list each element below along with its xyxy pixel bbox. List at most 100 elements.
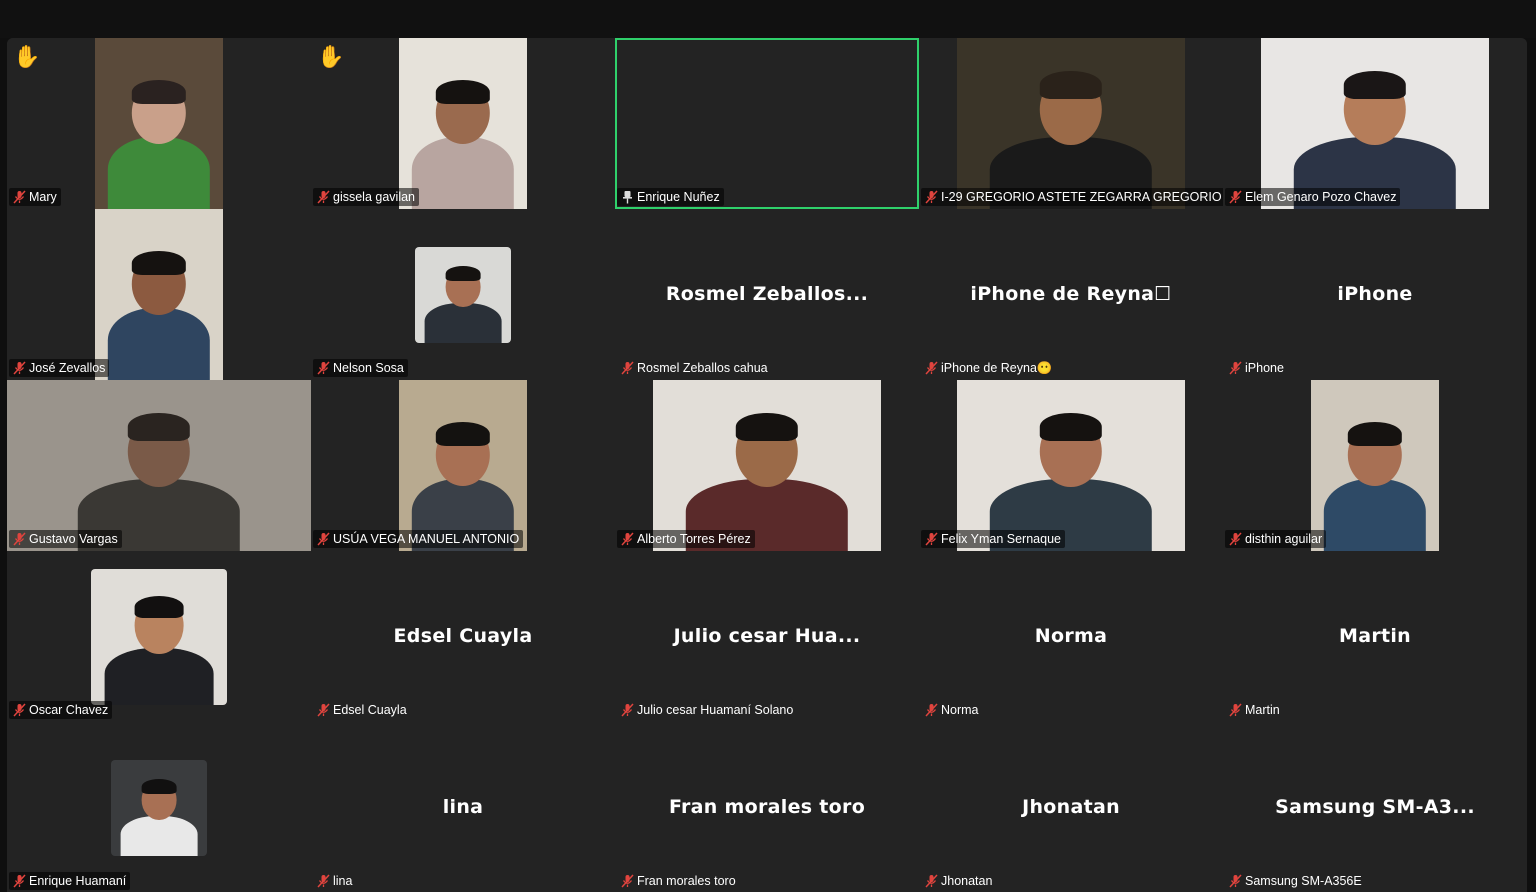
participant-silhouette (989, 380, 1153, 551)
participant-silhouette (411, 380, 515, 551)
participant-tile[interactable]: José Zevallos (7, 209, 311, 380)
participant-name: Jhonatan (941, 874, 993, 888)
participant-tile[interactable]: Enrique Huamaní (7, 722, 311, 892)
participant-name-label: I-29 GREGORIO ASTETE ZEGARRA GREGORIO ..… (921, 188, 1223, 206)
participant-name-label: Oscar Chavez (9, 701, 113, 719)
participant-name: Mary (29, 190, 57, 204)
mic-muted-icon (1229, 190, 1242, 204)
participant-name: iPhone (1245, 361, 1284, 375)
participant-video (957, 380, 1185, 551)
participant-name-label: Edsel Cuayla (313, 701, 411, 719)
participant-name: Martin (1245, 703, 1280, 717)
mic-muted-icon (621, 532, 634, 546)
participant-name: Norma (941, 703, 979, 717)
participant-tile[interactable]: Norma Norma (919, 551, 1223, 722)
participant-tile[interactable]: disthin aguilar (1223, 380, 1527, 551)
participant-video (7, 380, 311, 551)
participant-name-label: Mary (9, 188, 61, 206)
participant-silhouette (1323, 380, 1427, 551)
mic-muted-icon (317, 361, 330, 375)
participant-name-label: Martin (1225, 701, 1284, 719)
participant-name-label: Julio cesar Huamaní Solano (617, 701, 797, 719)
participant-silhouette (424, 247, 502, 343)
mic-muted-icon (13, 190, 26, 204)
mic-muted-icon (317, 190, 330, 204)
participant-silhouette (989, 38, 1153, 209)
mic-muted-icon (925, 703, 938, 717)
participant-display-name: Julio cesar Hua... (673, 625, 861, 647)
participant-name: Oscar Chavez (29, 703, 109, 717)
participant-silhouette (685, 380, 849, 551)
participant-tile[interactable]: I-29 GREGORIO ASTETE ZEGARRA GREGORIO ..… (919, 38, 1223, 209)
participant-display-name: iPhone (1337, 283, 1413, 305)
mic-muted-icon (1229, 874, 1242, 888)
participant-name: Enrique Nuñez (637, 190, 720, 204)
participant-name: Enrique Huamaní (29, 874, 127, 888)
participant-name: Rosmel Zeballos cahua (637, 361, 768, 375)
mic-muted-icon (925, 532, 938, 546)
mic-muted-icon (925, 874, 938, 888)
participant-tile[interactable]: Alberto Torres Pérez (615, 380, 919, 551)
participant-name-label: Felix Yman Sernaque (921, 530, 1065, 548)
participant-name: I-29 GREGORIO ASTETE ZEGARRA GREGORIO ..… (941, 190, 1223, 204)
participant-name: Alberto Torres Pérez (637, 532, 751, 546)
participant-name: iPhone de Reyna😶 (941, 361, 1053, 375)
participant-name: Fran morales toro (637, 874, 736, 888)
participant-tile[interactable]: Edsel Cuayla Edsel Cuayla (311, 551, 615, 722)
participant-video (111, 760, 207, 856)
participant-tile[interactable]: Nelson Sosa (311, 209, 615, 380)
mic-muted-icon (621, 361, 634, 375)
participant-display-name: Rosmel Zeballos... (665, 283, 869, 305)
participant-tile[interactable]: Enrique Nuñez (615, 38, 919, 209)
participant-tile[interactable]: Samsung SM-A3... Samsung SM-A356E (1223, 722, 1527, 892)
participant-tile[interactable]: iPhone de Reyna☐ iPhone de Reyna😶 (919, 209, 1223, 380)
participant-tile[interactable]: Martin Martin (1223, 551, 1527, 722)
participant-video (399, 380, 527, 551)
mic-muted-icon (13, 361, 26, 375)
participant-name: Elem Genaro Pozo Chavez (1245, 190, 1397, 204)
participant-name-label: Elem Genaro Pozo Chavez (1225, 188, 1401, 206)
participant-name-label: Gustavo Vargas (9, 530, 122, 548)
participant-tile[interactable]: USÚA VEGA MANUEL ANTONIO (311, 380, 615, 551)
top-bar (0, 0, 1536, 38)
participant-silhouette (107, 38, 211, 209)
mic-muted-icon (13, 703, 26, 717)
participant-name-label: Norma (921, 701, 983, 719)
participant-tile[interactable]: Jhonatan Jhonatan (919, 722, 1223, 892)
participant-video (95, 209, 223, 380)
participant-tile[interactable]: Felix Yman Sernaque (919, 380, 1223, 551)
mic-muted-icon (621, 874, 634, 888)
participant-tile[interactable]: ✋ Mary (7, 38, 311, 209)
participant-tile[interactable]: ✋ gissela gavilan (311, 38, 615, 209)
participant-tile[interactable]: Julio cesar Hua... Julio cesar Huamaní So… (615, 551, 919, 722)
participant-tile[interactable]: Oscar Chavez (7, 551, 311, 722)
participant-name-label: Jhonatan (921, 872, 996, 890)
participant-name: lina (333, 874, 353, 888)
participant-tile[interactable]: iPhone iPhone (1223, 209, 1527, 380)
participant-tile[interactable]: Elem Genaro Pozo Chavez (1223, 38, 1527, 209)
participant-name: USÚA VEGA MANUEL ANTONIO (333, 532, 520, 546)
mic-muted-icon (13, 874, 26, 888)
participant-name: Nelson Sosa (333, 361, 404, 375)
participant-tile[interactable]: lina lina (311, 722, 615, 892)
participant-name-label: lina (313, 872, 356, 890)
participant-silhouette (77, 380, 241, 551)
participant-name-label: Nelson Sosa (313, 359, 408, 377)
participant-display-name: Edsel Cuayla (393, 625, 533, 647)
participant-tile[interactable]: Fran morales toro Fran morales toro (615, 722, 919, 892)
participant-name-label: Alberto Torres Pérez (617, 530, 755, 548)
participant-display-name: Jhonatan (1022, 796, 1120, 818)
participant-tile[interactable]: Gustavo Vargas (7, 380, 311, 551)
participant-name-label: Rosmel Zeballos cahua (617, 359, 772, 377)
participant-video (957, 38, 1185, 209)
participant-name-label: USÚA VEGA MANUEL ANTONIO (313, 530, 524, 548)
participant-video (91, 569, 227, 705)
mic-muted-icon (317, 703, 330, 717)
participant-silhouette (107, 209, 211, 380)
participant-video (1261, 38, 1489, 209)
participant-name: Julio cesar Huamaní Solano (637, 703, 794, 717)
participant-display-name: Fran morales toro (668, 796, 866, 818)
participant-silhouette (104, 569, 214, 705)
participant-silhouette (411, 38, 515, 209)
participant-tile[interactable]: Rosmel Zeballos... Rosmel Zeballos cahua (615, 209, 919, 380)
